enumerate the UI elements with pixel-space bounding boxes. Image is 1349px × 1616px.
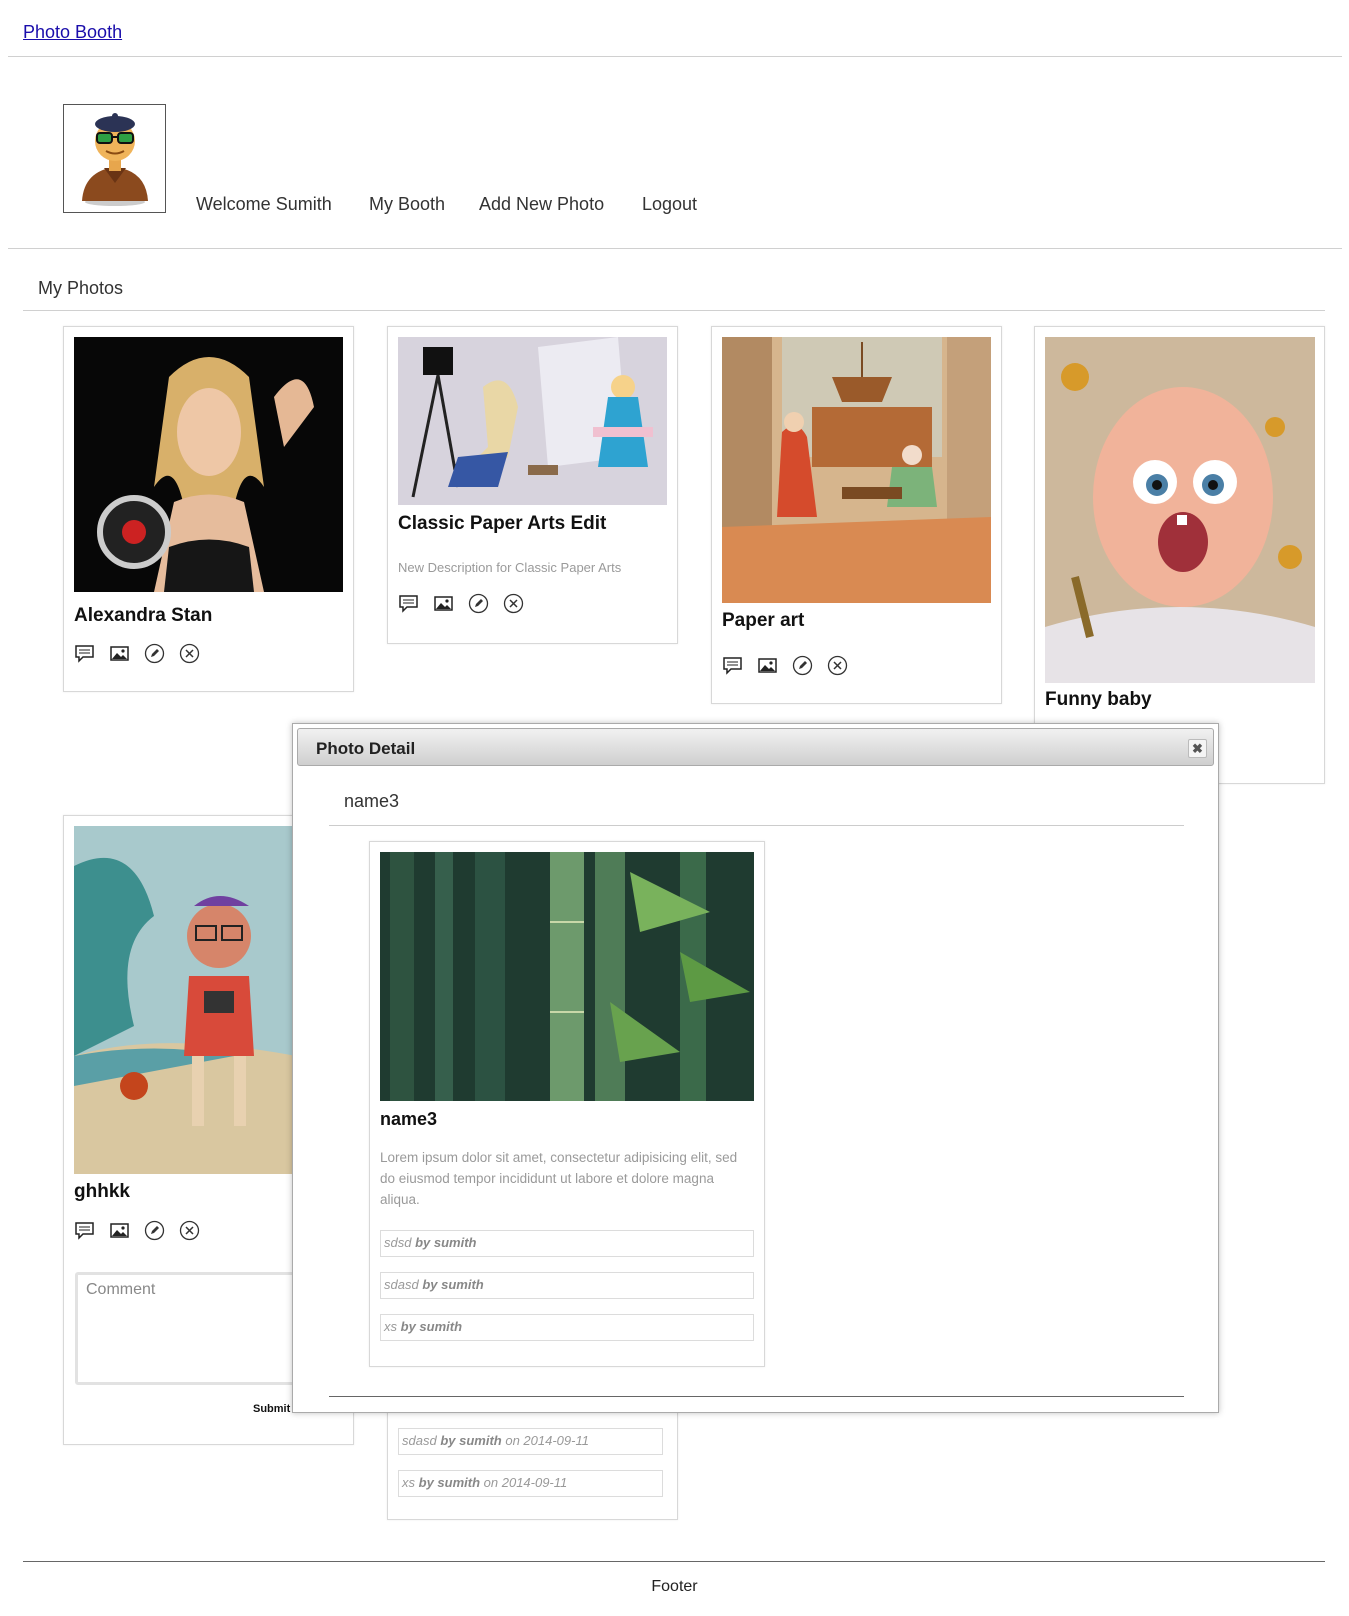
- photo-thumbnail[interactable]: [722, 337, 991, 603]
- footer-divider: [23, 1561, 1325, 1562]
- close-icon[interactable]: ✖: [1188, 739, 1207, 758]
- photo-thumbnail[interactable]: [1045, 337, 1315, 683]
- photo-actions: [722, 655, 848, 676]
- delete-icon[interactable]: [179, 643, 200, 664]
- photo-card: Funny baby: [1034, 326, 1325, 784]
- comment-item: sdasd by sumith on 2014-09-11: [398, 1428, 663, 1455]
- photo-image[interactable]: [380, 852, 754, 1101]
- photo-thumbnail[interactable]: [74, 337, 343, 592]
- dialog-bottom-divider: [329, 1396, 1184, 1397]
- brand-link[interactable]: Photo Booth: [23, 22, 122, 43]
- edit-icon[interactable]: [792, 655, 813, 676]
- comment-item: xs by sumith: [380, 1314, 754, 1341]
- delete-icon[interactable]: [179, 1220, 200, 1241]
- comment-icon[interactable]: [74, 1220, 95, 1241]
- image-icon[interactable]: [757, 655, 778, 676]
- photo-detail-card: name3 Lorem ipsum dolor sit amet, consec…: [369, 841, 765, 1367]
- photo-title: name3: [380, 1109, 438, 1129]
- dialog-title: Photo Detail: [316, 739, 416, 758]
- photo-card: Paper art: [711, 326, 1002, 704]
- edit-icon[interactable]: [144, 643, 165, 664]
- photo-thumbnail[interactable]: [398, 337, 667, 505]
- image-icon[interactable]: [433, 593, 454, 614]
- comment-item: sdasd by sumith: [380, 1272, 754, 1299]
- image-icon[interactable]: [109, 643, 130, 664]
- delete-icon[interactable]: [503, 593, 524, 614]
- section-divider: [23, 310, 1325, 311]
- nav-add-photo[interactable]: Add New Photo: [479, 194, 604, 215]
- dialog-subtitle: name3: [344, 791, 400, 811]
- section-title: My Photos: [38, 278, 124, 298]
- photo-detail-dialog: Photo Detail ✖ name3 name3 Lorem ipsum d…: [292, 723, 1219, 1413]
- header-divider: [8, 56, 1342, 57]
- edit-icon[interactable]: [144, 1220, 165, 1241]
- comment-item: sdsd by sumith: [380, 1230, 754, 1257]
- nav-my-booth[interactable]: My Booth: [369, 194, 445, 215]
- nav-welcome: Welcome Sumith: [196, 194, 332, 214]
- photo-description: Lorem ipsum dolor sit amet, consectetur …: [380, 1150, 738, 1207]
- photo-card: Alexandra Stan: [63, 326, 354, 692]
- comment-icon[interactable]: [74, 643, 95, 664]
- dialog-divider: [329, 825, 1184, 826]
- photo-card: Classic Paper Arts Edit New Description …: [387, 326, 678, 644]
- photo-actions: [398, 593, 524, 614]
- comment-icon[interactable]: [398, 593, 419, 614]
- footer: Footer: [651, 1578, 698, 1595]
- photo-title: ghhkk: [74, 1181, 130, 1202]
- avatar: [63, 104, 166, 213]
- user-avatar-icon: [82, 113, 148, 206]
- nav-logout[interactable]: Logout: [642, 194, 697, 215]
- nav-divider: [8, 248, 1342, 249]
- photo-actions: [74, 1220, 200, 1241]
- comment-item: xs by sumith on 2014-09-11: [398, 1470, 663, 1497]
- photo-title: Classic Paper Arts Edit: [398, 513, 607, 534]
- photo-title: Paper art: [722, 610, 805, 631]
- dialog-header[interactable]: Photo Detail ✖: [297, 728, 1214, 766]
- photo-actions: [74, 643, 200, 664]
- edit-icon[interactable]: [468, 593, 489, 614]
- delete-icon[interactable]: [827, 655, 848, 676]
- image-icon[interactable]: [109, 1220, 130, 1241]
- photo-description: New Description for Classic Paper Arts: [398, 560, 622, 575]
- submit-button[interactable]: Submit: [253, 1403, 290, 1415]
- comment-icon[interactable]: [722, 655, 743, 676]
- photo-title: Alexandra Stan: [74, 605, 213, 626]
- photo-title: Funny baby: [1045, 689, 1152, 710]
